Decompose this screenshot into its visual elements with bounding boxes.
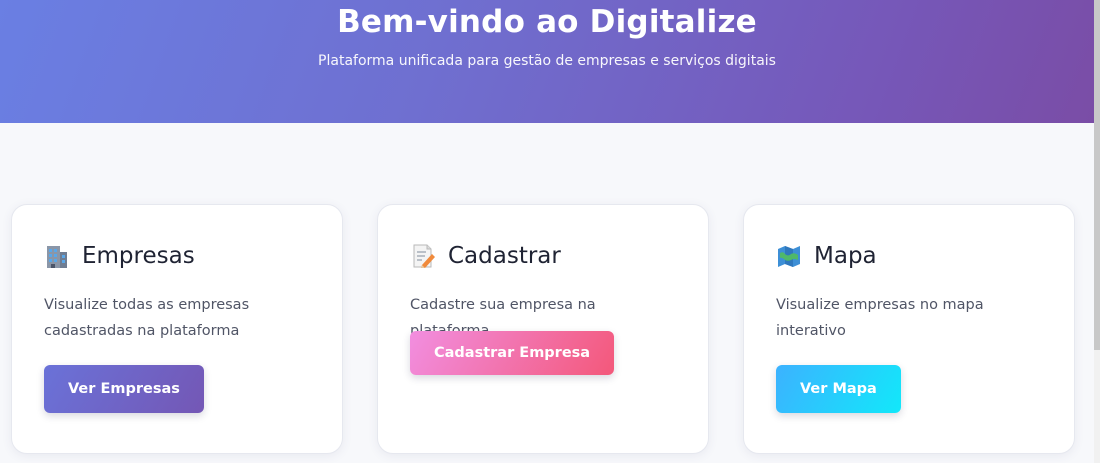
empresas-card-title: Empresas	[82, 243, 195, 269]
mapa-card-header: Mapa	[776, 243, 877, 269]
ver-empresas-button[interactable]: Ver Empresas	[44, 365, 204, 413]
empresas-card: Empresas Visualize todas as empresas cad…	[11, 204, 343, 454]
scrollbar-thumb[interactable]	[1094, 0, 1100, 350]
mapa-card-title: Mapa	[814, 243, 877, 269]
page-title: Bem-vindo ao Digitalize	[337, 4, 757, 40]
cadastrar-card-title: Cadastrar	[448, 243, 561, 269]
page-subtitle: Plataforma unificada para gestão de empr…	[318, 53, 776, 69]
cadastrar-card: Cadastrar Cadastre sua empresa na plataf…	[377, 204, 709, 454]
ver-mapa-button[interactable]: Ver Mapa	[776, 365, 901, 413]
memo-icon	[410, 243, 436, 269]
building-icon	[44, 243, 70, 269]
mapa-card: Mapa Visualize empresas no mapa interati…	[743, 204, 1075, 454]
cadastrar-card-header: Cadastrar	[410, 243, 561, 269]
hero-banner: Bem-vindo ao Digitalize Plataforma unifi…	[0, 0, 1094, 123]
mapa-card-description: Visualize empresas no mapa interativo	[776, 297, 984, 339]
empresas-card-header: Empresas	[44, 243, 195, 269]
vertical-scrollbar[interactable]	[1094, 0, 1100, 463]
map-icon	[776, 243, 802, 269]
cadastrar-empresa-button[interactable]: Cadastrar Empresa	[410, 331, 615, 375]
empresas-card-description: Visualize todas as empresas cadastradas …	[44, 297, 250, 339]
